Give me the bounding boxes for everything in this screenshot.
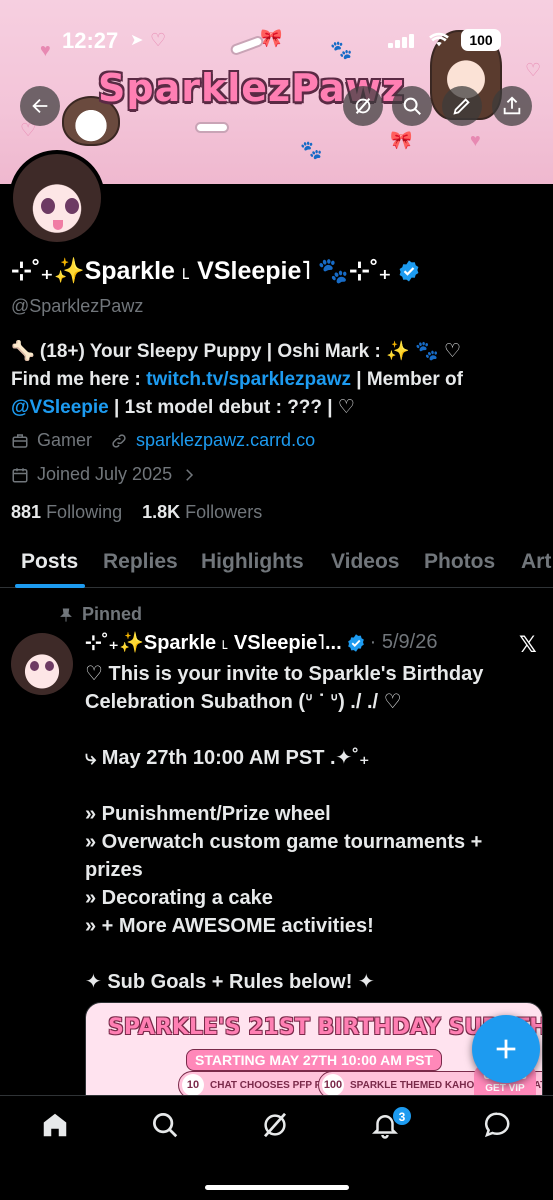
- twitch-link[interactable]: twitch.tv/sparklezpawz: [146, 369, 351, 390]
- post-paragraph: ⤷ May 27th 10:00 AM PST .✦˚₊: [85, 747, 370, 769]
- edit-button[interactable]: [442, 86, 482, 126]
- tab-posts[interactable]: Posts: [21, 550, 78, 574]
- joined-date: Joined July 2025: [37, 464, 173, 484]
- active-tab-indicator: [15, 584, 85, 588]
- post-paragraph: ♡ This is your invite to Sparkle's Birth…: [85, 663, 484, 713]
- compose-button[interactable]: [472, 1015, 540, 1083]
- bio-text: Find me here :: [11, 369, 147, 390]
- search-icon: [153, 1113, 178, 1138]
- website-link[interactable]: sparklezpawz.carrd.co: [136, 430, 315, 451]
- profile-display-name: ⊹˚₊✨Sparkle ˪ VSleepie˥ 🐾⊹˚₊: [11, 256, 421, 286]
- grok-button[interactable]: [343, 86, 383, 126]
- profile-handle: @SparklezPawz: [11, 296, 144, 316]
- pinned-label: Pinned: [58, 604, 142, 625]
- post-bullet: » + More AWESOME activities!: [85, 915, 374, 937]
- avatar-eye: [45, 661, 54, 671]
- pinned-text: Pinned: [82, 604, 143, 624]
- bow-decoration: 🎀: [390, 130, 413, 150]
- cellular-signal-icon: [388, 32, 416, 48]
- share-icon: [503, 96, 521, 115]
- nav-messages[interactable]: [482, 1110, 514, 1142]
- post-paragraph: ✦ Sub Goals + Rules below! ✦: [85, 971, 375, 993]
- avatar-eye: [65, 198, 79, 214]
- paw-decoration: 🐾: [300, 140, 323, 160]
- post-author-avatar[interactable]: [11, 633, 73, 695]
- status-bar: 12:27 ➤ 100: [0, 26, 553, 56]
- followers-stat[interactable]: 1.8K Followers: [142, 502, 262, 522]
- following-label: Following: [46, 502, 123, 522]
- wifi-icon: [428, 30, 450, 53]
- tab-highlights[interactable]: Highlights: [201, 550, 304, 574]
- message-bubble-icon: [484, 1112, 510, 1138]
- post-author-name[interactable]: ⊹˚₊✨Sparkle ˪ VSleepie˥...: [85, 630, 342, 655]
- pencil-icon: [453, 98, 470, 115]
- clock: 12:27: [62, 28, 119, 53]
- nav-home[interactable]: [40, 1110, 72, 1142]
- chevron-right-icon: [186, 468, 194, 481]
- home-indicator: [205, 1185, 349, 1190]
- profile-meta: Gamer sparklezpawz.carrd.co: [11, 430, 315, 451]
- category-label: Gamer: [37, 430, 93, 450]
- tab-videos[interactable]: Videos: [331, 550, 399, 574]
- x-logo-icon: 𝕏: [519, 632, 537, 657]
- plus-icon: [496, 1039, 516, 1059]
- bio-line: Find me here : twitch.tv/sparklezpawz | …: [11, 366, 541, 394]
- back-button[interactable]: [20, 86, 60, 126]
- verified-badge-icon[interactable]: [397, 259, 421, 283]
- sub-goal-number: 100: [322, 1074, 344, 1096]
- pin-icon: [60, 608, 72, 622]
- profile-bio: 🦴 (18+) Your Sleepy Puppy | Oshi Mark : …: [11, 338, 541, 422]
- profile-tabs: Posts Replies Highlights Videos Photos A…: [0, 544, 553, 588]
- sub-goal-number: 10: [182, 1074, 204, 1096]
- post-bullet: » Punishment/Prize wheel: [85, 803, 331, 825]
- image-subtitle: STARTING MAY 27TH 10:00 AM PST: [186, 1049, 443, 1071]
- home-icon: [43, 1113, 67, 1137]
- verified-badge-icon: [347, 633, 364, 652]
- search-button[interactable]: [392, 86, 432, 126]
- post-date[interactable]: · 5/9/26: [370, 631, 438, 654]
- following-stat[interactable]: 881 Following: [11, 502, 122, 522]
- nav-grok[interactable]: [260, 1110, 292, 1142]
- tab-art[interactable]: Art: [521, 550, 551, 574]
- notifications-badge: 3: [392, 1106, 412, 1126]
- battery-indicator: 100: [461, 29, 501, 51]
- calendar-icon: [12, 467, 28, 482]
- post-text: ♡ This is your invite to Sparkle's Birth…: [85, 660, 535, 996]
- avatar-eye: [30, 661, 39, 671]
- bio-text: | Member of: [350, 369, 463, 390]
- tab-replies[interactable]: Replies: [103, 550, 178, 574]
- grok-icon: [263, 1112, 287, 1138]
- post-header: ⊹˚₊✨Sparkle ˪ VSleepie˥... · 5/9/26: [85, 630, 437, 655]
- grok-icon: [355, 98, 371, 114]
- followers-count: 1.8K: [142, 502, 181, 522]
- bio-text: | 1st model debut : ??? | ♡: [108, 397, 355, 418]
- joined-row[interactable]: Joined July 2025: [11, 464, 198, 485]
- share-button[interactable]: [492, 86, 532, 126]
- link-icon: [112, 433, 126, 448]
- follow-stats: 881 Following 1.8K Followers: [11, 502, 262, 523]
- bio-line: 🦴 (18+) Your Sleepy Puppy | Oshi Mark : …: [11, 341, 462, 362]
- bone-decoration: [195, 122, 229, 133]
- avatar-tongue: [53, 220, 63, 230]
- briefcase-icon: [12, 433, 28, 448]
- heart-decoration: ♥: [470, 130, 481, 150]
- post-bullet: » Overwatch custom game tournaments + pr…: [85, 831, 483, 881]
- followers-label: Followers: [185, 502, 263, 522]
- profile-avatar[interactable]: [9, 150, 105, 246]
- mention-link[interactable]: @VSleepie: [11, 397, 109, 418]
- search-icon: [403, 97, 421, 115]
- nav-search[interactable]: [150, 1110, 182, 1142]
- tab-photos[interactable]: Photos: [424, 550, 495, 574]
- avatar-eye: [41, 198, 55, 214]
- arrow-left-icon: [32, 98, 48, 114]
- post-bullet: » Decorating a cake: [85, 887, 273, 909]
- following-count: 881: [11, 502, 42, 522]
- location-arrow-icon: ➤: [130, 32, 144, 49]
- heart-decoration: ♡: [525, 60, 542, 80]
- bio-line: @VSleepie | 1st model debut : ??? | ♡: [11, 394, 541, 422]
- display-name-text: ⊹˚₊✨Sparkle ˪ VSleepie˥ 🐾⊹˚₊: [11, 257, 392, 285]
